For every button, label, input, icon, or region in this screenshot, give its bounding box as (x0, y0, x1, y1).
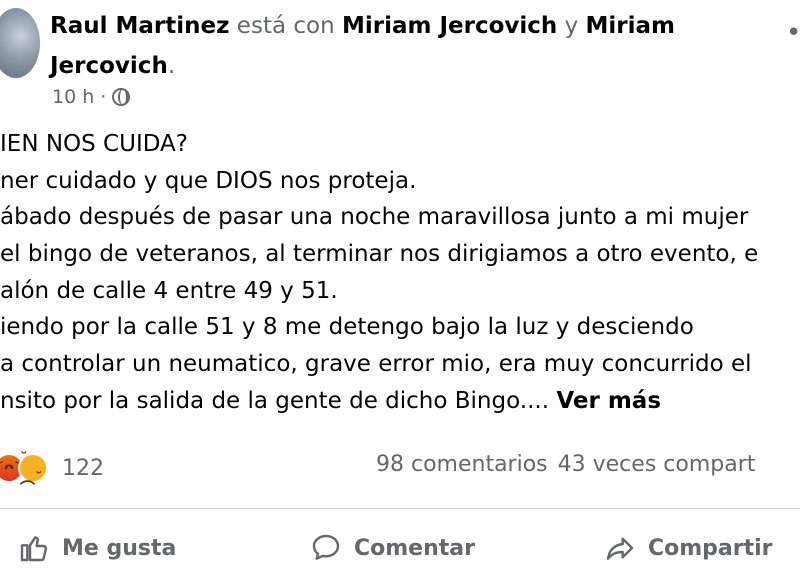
post-line-last: nsito por la salida de la gente de dicho… (0, 383, 800, 420)
like-button[interactable]: Me gusta (18, 522, 176, 574)
post-body: IEN NOS CUIDA? ner cuidado y que DIOS no… (0, 126, 800, 420)
reaction-count[interactable]: 122 (62, 456, 104, 481)
share-button[interactable]: Compartir (604, 522, 773, 574)
post-line: a controlar un neumatico, grave error mi… (0, 351, 752, 378)
post-line: ábado después de pasar una noche maravil… (0, 204, 749, 231)
author-name[interactable]: Raul Martinez (50, 13, 230, 39)
divider (0, 508, 800, 509)
thumbs-up-icon (20, 536, 48, 562)
engagement-stats: 98 comentarios 43 veces compart (376, 452, 765, 477)
reactions-summary[interactable]: ˘ᴖ˘ ˘︵˘ 122 (0, 449, 104, 487)
post-line: iendo por la calle 51 y 8 me detengo baj… (0, 314, 694, 341)
post-line: IEN NOS CUIDA? (0, 131, 188, 157)
comment-label: Comentar (354, 535, 475, 561)
see-more-link[interactable]: Ver más (556, 388, 661, 414)
comments-count[interactable]: 98 comentarios (376, 452, 548, 477)
comment-bubble-icon (312, 534, 340, 560)
tag-connector: está con (229, 13, 342, 39)
more-options-icon[interactable]: • (786, 20, 800, 46)
share-arrow-icon (606, 537, 634, 560)
author-avatar[interactable] (0, 8, 40, 78)
post-actions: Me gusta Comentar Compartir (0, 522, 800, 574)
globe-icon (112, 88, 131, 106)
post-line: ner cuidado y que DIOS nos proteja. (0, 167, 417, 194)
sad-reaction-icon: ˘︵˘ (18, 449, 48, 487)
meta-separator: · (100, 86, 107, 108)
post-meta: 10 h · (52, 86, 131, 108)
like-label: Me gusta (62, 535, 177, 561)
comment-button[interactable]: Comentar (310, 522, 475, 574)
share-label: Compartir (648, 535, 773, 561)
tag-connector-2: y (557, 13, 586, 39)
shares-count[interactable]: 43 veces compart (558, 452, 756, 477)
header-period: . (167, 53, 176, 79)
post-header: Raul Martinez está con Miriam Jercovich … (50, 6, 750, 86)
post-line-text: nsito por la salida de la gente de dicho… (0, 387, 550, 414)
tagged-person-1[interactable]: Miriam Jercovich (342, 13, 557, 39)
post-time[interactable]: 10 h (52, 86, 94, 108)
post-line: el bingo de veteranos, al terminar nos d… (0, 241, 759, 268)
post-line: alón de calle 4 entre 49 y 51. (0, 277, 338, 304)
